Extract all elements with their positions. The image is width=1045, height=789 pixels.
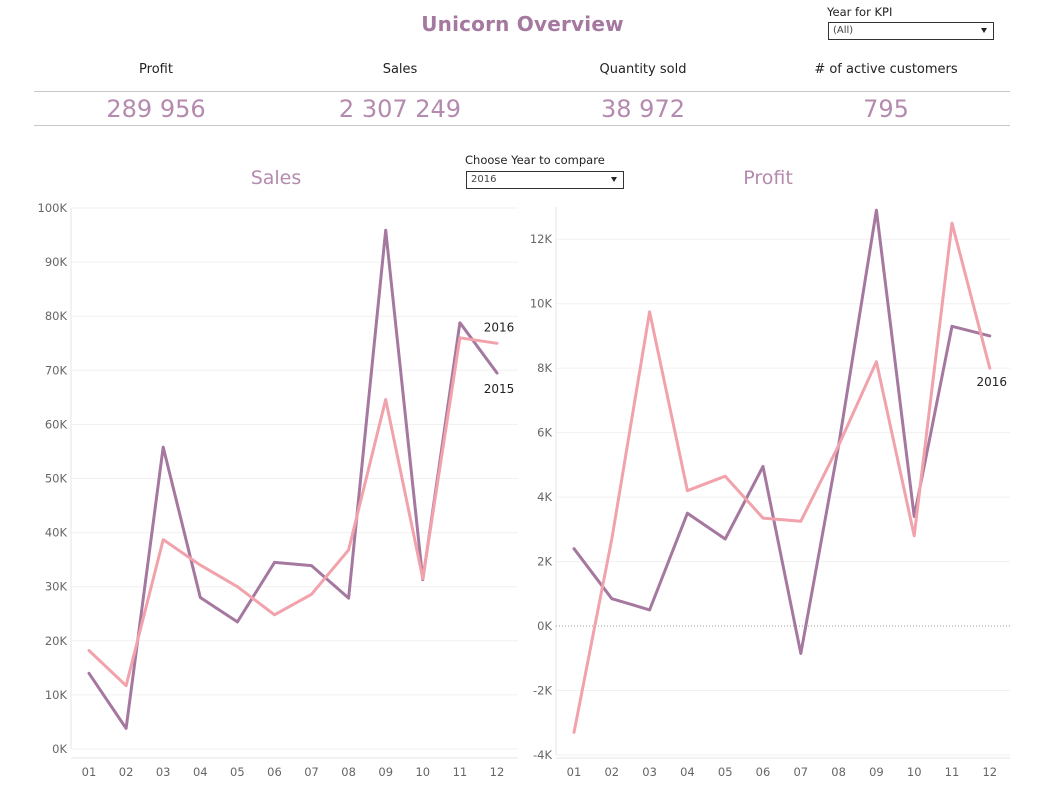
dropdown-arrow-icon <box>611 177 617 182</box>
y-tick-label: 100K <box>38 201 68 215</box>
y-tick-label: 0K <box>537 619 552 633</box>
x-tick-label: 07 <box>304 765 319 779</box>
y-tick-label: -4K <box>533 748 552 762</box>
y-tick-label: 80K <box>45 309 68 323</box>
x-tick-label: 12 <box>490 765 505 779</box>
y-tick-label: 6K <box>537 426 552 440</box>
y-tick-label: 8K <box>537 361 552 375</box>
sales-chart-title: Sales <box>250 167 302 189</box>
kpi-year-filter-label: Year for KPI <box>827 5 893 19</box>
x-tick-label: 01 <box>82 765 97 779</box>
x-tick-label: 10 <box>415 765 430 779</box>
y-tick-label: 0K <box>52 742 67 756</box>
compare-year-dropdown[interactable]: 2016 <box>466 171 624 189</box>
kpi-label-customers: # of active customers <box>814 62 958 77</box>
x-tick-label: 03 <box>642 765 657 779</box>
x-tick-label: 05 <box>230 765 245 779</box>
compare-year-dropdown-value: 2016 <box>471 174 497 185</box>
profit-chart-title: Profit <box>743 167 793 189</box>
x-tick-label: 02 <box>119 765 134 779</box>
x-tick-label: 05 <box>718 765 733 779</box>
x-tick-label: 11 <box>945 765 960 779</box>
y-tick-label: 40K <box>45 526 68 540</box>
y-tick-label: 4K <box>537 490 552 504</box>
kpi-year-dropdown[interactable]: (All) <box>828 22 994 40</box>
compare-year-filter-label: Choose Year to compare <box>465 153 605 167</box>
x-tick-label: 10 <box>907 765 922 779</box>
y-tick-label: -2K <box>533 684 552 698</box>
y-tick-label: 90K <box>45 255 68 269</box>
kpi-value-sales: 2 307 249 <box>338 95 462 123</box>
y-tick-label: 20K <box>45 634 68 648</box>
y-tick-label: 10K <box>45 688 68 702</box>
series-line-2016 <box>87 336 499 688</box>
y-tick-label: 30K <box>45 580 68 594</box>
dropdown-arrow-icon <box>981 28 987 33</box>
kpi-divider-top <box>34 91 1010 92</box>
x-tick-label: 06 <box>756 765 771 779</box>
kpi-label-sales: Sales <box>382 62 418 77</box>
y-tick-label: 12K <box>530 232 553 246</box>
x-tick-label: 02 <box>604 765 619 779</box>
x-tick-label: 03 <box>156 765 171 779</box>
x-tick-label: 11 <box>453 765 468 779</box>
y-tick-label: 70K <box>45 363 68 377</box>
x-tick-label: 08 <box>831 765 846 779</box>
y-tick-label: 60K <box>45 417 68 431</box>
series-end-label-2016: 2016 <box>484 320 515 334</box>
kpi-value-customers: 795 <box>863 95 909 123</box>
x-tick-label: 04 <box>680 765 695 779</box>
x-tick-label: 08 <box>341 765 356 779</box>
kpi-divider-bottom <box>34 125 1010 126</box>
x-tick-label: 01 <box>567 765 582 779</box>
x-tick-label: 09 <box>869 765 884 779</box>
y-tick-label: 2K <box>537 555 552 569</box>
y-tick-label: 50K <box>45 472 68 486</box>
series-line-2015 <box>87 228 499 730</box>
series-line-2016 <box>572 221 992 734</box>
kpi-value-quantity: 38 972 <box>601 95 685 123</box>
kpi-label-quantity: Quantity sold <box>599 62 687 77</box>
x-tick-label: 12 <box>982 765 997 779</box>
x-tick-label: 09 <box>378 765 393 779</box>
kpi-value-profit: 289 956 <box>106 95 206 123</box>
sales-line-chart: 0K 10K 20K 30K 40K 50K 60K 70K 80K 90K 100K 01 02 03 0… <box>38 201 518 779</box>
x-tick-label: 04 <box>193 765 208 779</box>
y-tick-label: 10K <box>530 297 553 311</box>
x-tick-label: 06 <box>267 765 282 779</box>
x-tick-label: 07 <box>793 765 808 779</box>
profit-line-chart: -4K -2K 0K 2K 4K 6K 8K 10K 12K 01 02 03 04 05 06 07 08 09… <box>530 207 1010 779</box>
series-end-label-2016: 2016 <box>977 375 1008 389</box>
kpi-label-profit: Profit <box>139 62 173 77</box>
kpi-year-dropdown-value: (All) <box>833 25 854 36</box>
series-end-label-2015: 2015 <box>484 382 515 396</box>
